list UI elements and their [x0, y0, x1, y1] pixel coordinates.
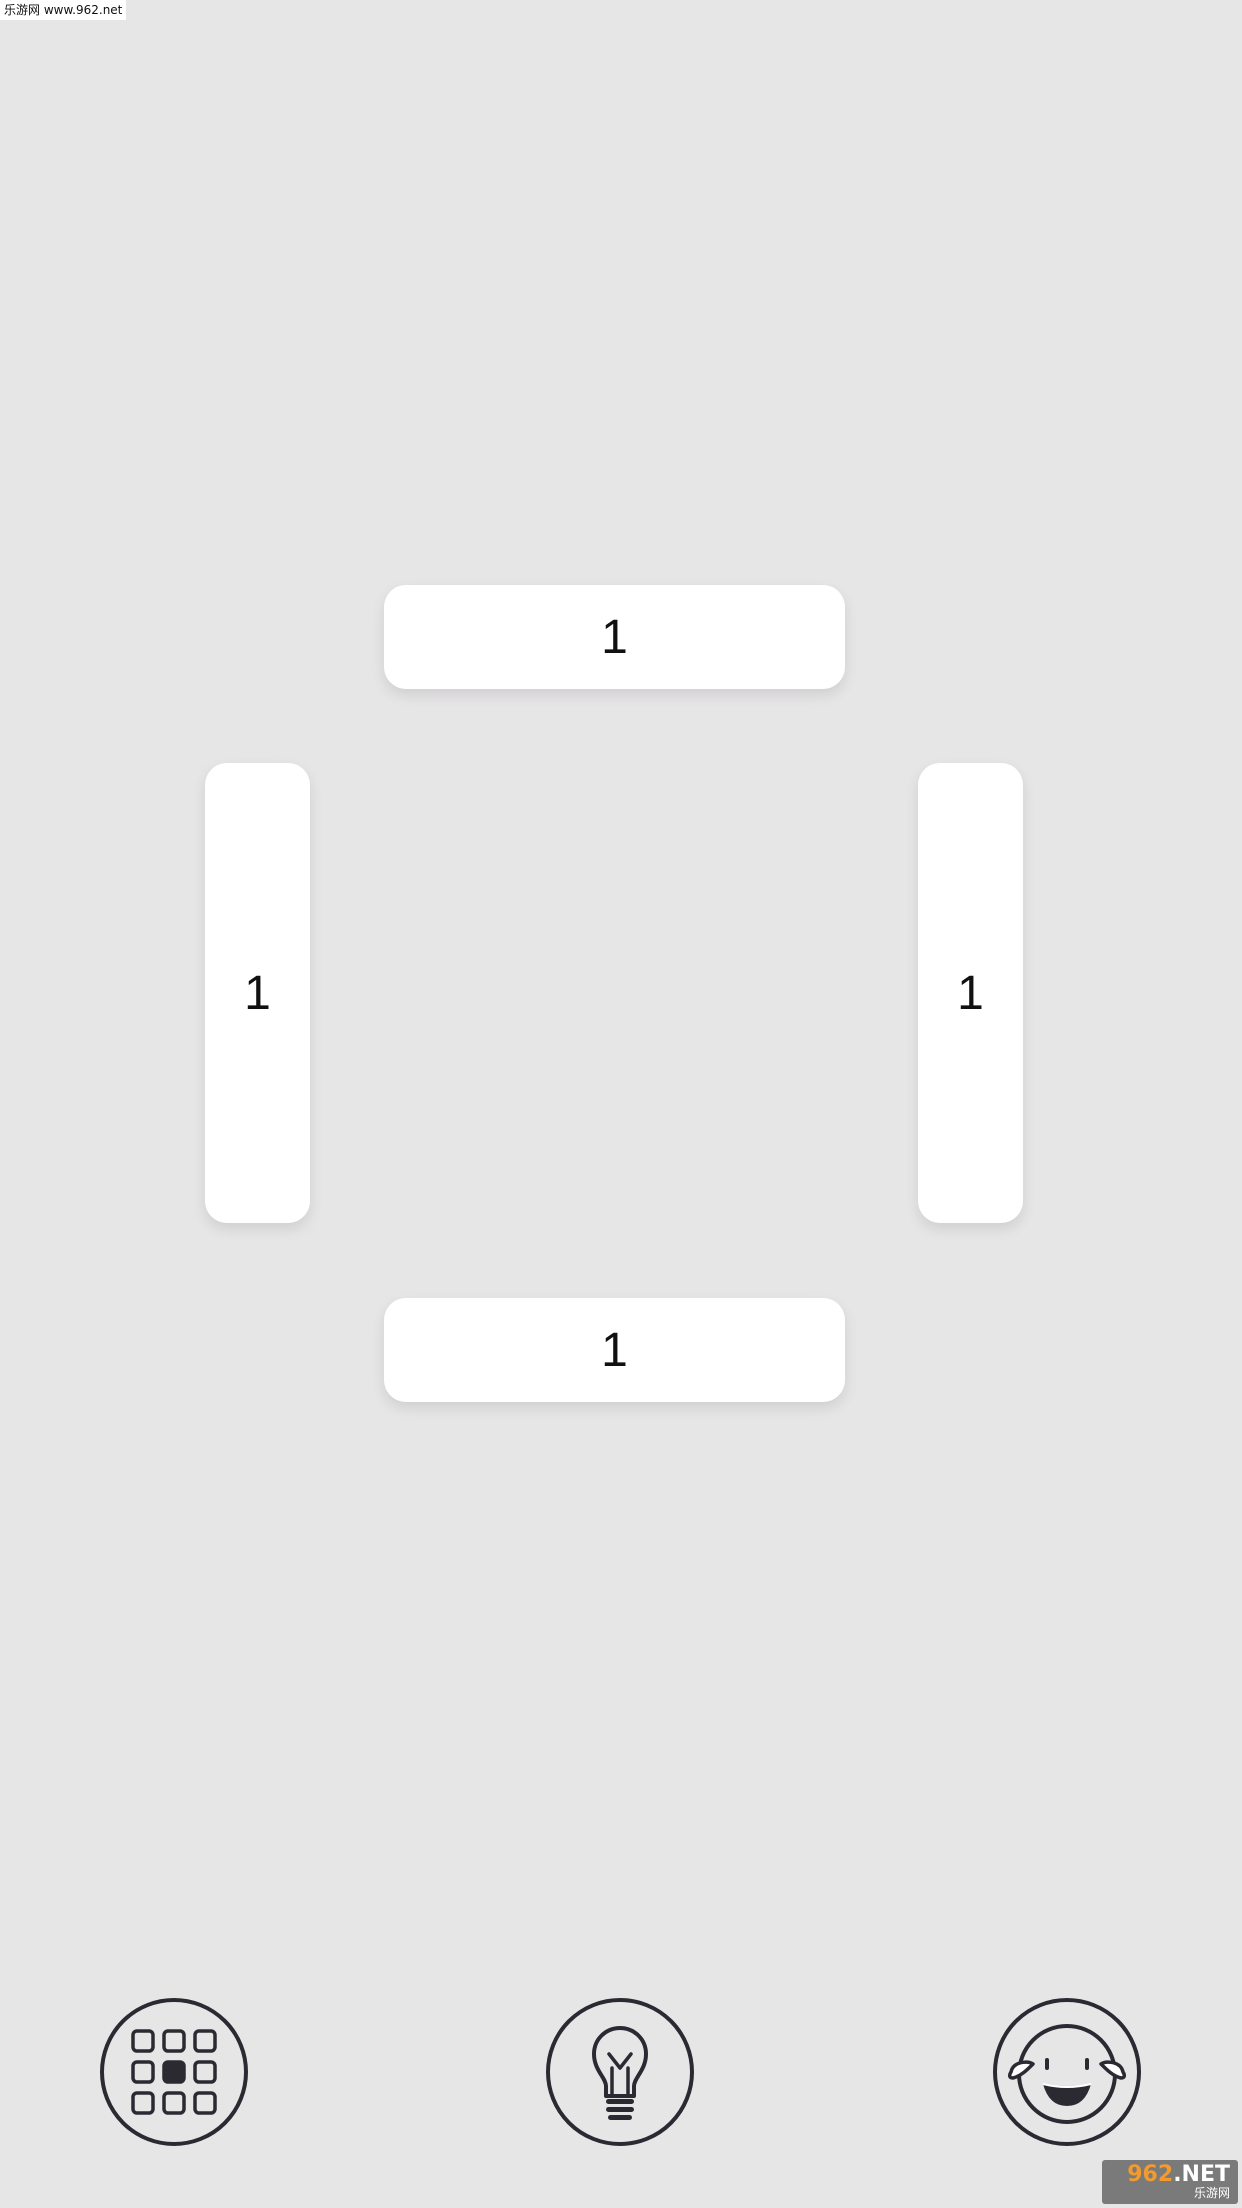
- tile-left[interactable]: 1: [205, 763, 310, 1223]
- share-button[interactable]: [993, 1998, 1141, 2146]
- level-grid-icon: [100, 1998, 248, 2146]
- tile-right-value: 1: [957, 966, 984, 1020]
- game-screen: 乐游网 www.962.net 1 1 1 1 962.NET 乐游网: [0, 0, 1242, 2208]
- tile-top[interactable]: 1: [384, 585, 845, 689]
- tile-bottom-value: 1: [601, 1323, 628, 1377]
- tile-left-value: 1: [244, 966, 271, 1020]
- tile-top-value: 1: [601, 610, 628, 664]
- tile-right[interactable]: 1: [918, 763, 1023, 1223]
- watermark-suffix: .NET: [1173, 2162, 1230, 2187]
- watermark-bottom: 962.NET 乐游网: [1102, 2160, 1238, 2204]
- watermark-digits: 962: [1127, 2162, 1174, 2187]
- laughing-face-icon: [993, 1998, 1141, 2146]
- watermark-top: 乐游网 www.962.net: [0, 0, 127, 20]
- lightbulb-icon: [546, 1998, 694, 2146]
- watermark-subtext: 乐游网: [1193, 2186, 1230, 2200]
- watermark-logo: 962.NET: [1127, 2164, 1230, 2186]
- levels-button[interactable]: [100, 1998, 248, 2146]
- hint-button[interactable]: [546, 1998, 694, 2146]
- tile-bottom[interactable]: 1: [384, 1298, 845, 1402]
